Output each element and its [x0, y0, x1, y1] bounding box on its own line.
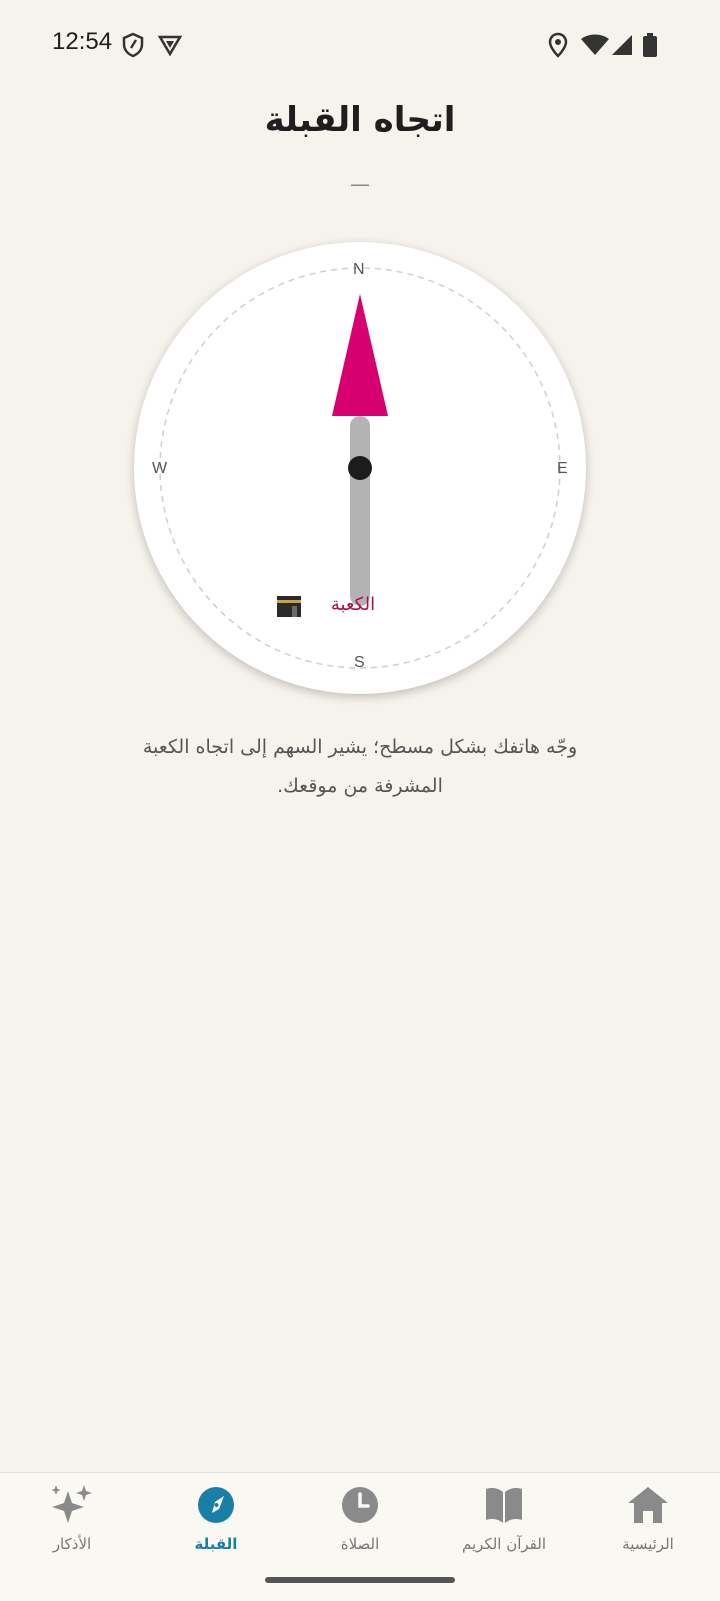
sparkle-icon — [48, 1483, 96, 1527]
book-icon — [480, 1483, 528, 1527]
direction-north: N — [353, 261, 365, 278]
home-icon — [624, 1483, 672, 1527]
compass-icon — [192, 1483, 240, 1527]
compass-needle — [350, 416, 370, 606]
nav-label-prayer: الصلاة — [340, 1535, 380, 1553]
vpn-icon — [157, 34, 183, 60]
instruction-text: وجّه هاتفك بشكل مسطح؛ يشير السهم إلى اتج… — [142, 736, 578, 797]
shield-icon — [122, 32, 144, 62]
direction-east: E — [557, 460, 568, 477]
clock-icon — [336, 1483, 384, 1527]
nav-label-home: الرئيسية — [622, 1535, 674, 1553]
battery-icon — [642, 32, 658, 62]
nav-item-qibla[interactable]: القبلة — [144, 1483, 288, 1573]
compass-center-dot — [348, 456, 372, 480]
signal-icon — [610, 34, 634, 60]
qibla-arrow — [332, 294, 388, 416]
qibla-compass: N E S W الكعبة — [134, 242, 586, 694]
heading-value: — — [350, 172, 370, 196]
nav-label-quran: القرآن الكريم — [461, 1535, 546, 1553]
kaaba-label-text: الكعبة — [330, 594, 376, 615]
home-indicator[interactable] — [265, 1577, 455, 1583]
nav-item-prayer[interactable]: الصلاة — [288, 1483, 432, 1573]
kaaba-marker: الكعبة — [276, 594, 436, 617]
status-time: 12:54 — [52, 28, 113, 55]
nav-label-adhkar: الأذكار — [52, 1535, 92, 1553]
page-title: اتجاه القبلة — [264, 100, 456, 140]
location-icon — [548, 32, 568, 62]
nav-item-adhkar[interactable]: الأذكار — [0, 1483, 144, 1573]
status-bar: 12:54 — [0, 0, 720, 92]
compass-graphic — [159, 267, 561, 669]
direction-west: W — [152, 460, 168, 477]
nav-label-qibla: القبلة — [194, 1535, 238, 1553]
nav-item-quran[interactable]: القرآن الكريم — [432, 1483, 576, 1573]
wifi-icon — [580, 34, 610, 60]
direction-south: S — [354, 654, 365, 671]
nav-item-home[interactable]: الرئيسية — [576, 1483, 720, 1573]
